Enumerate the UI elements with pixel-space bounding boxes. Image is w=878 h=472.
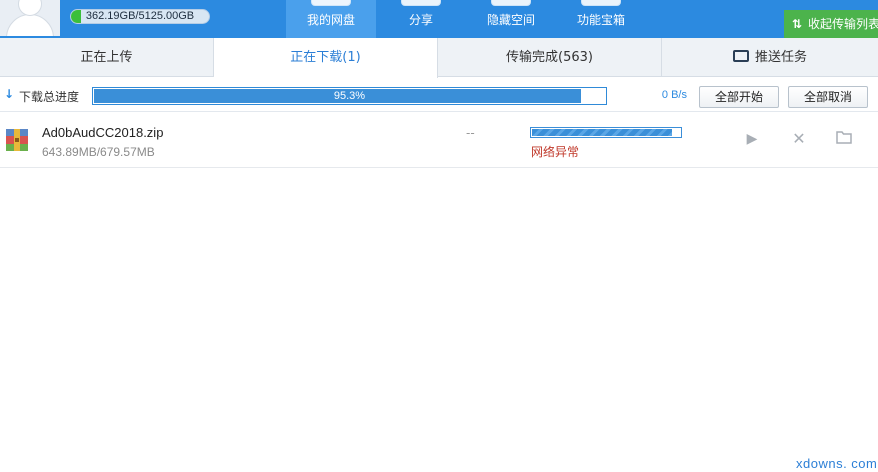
network-error-status: 网络异常 — [531, 145, 580, 159]
watermark: xdowns. com — [796, 456, 878, 471]
nav-label: 功能宝箱 — [576, 13, 625, 27]
file-progress-fill — [532, 129, 673, 136]
file-size: 643.89MB/679.57MB — [42, 145, 155, 159]
tab-push-tasks[interactable]: 推送任务 — [662, 38, 878, 77]
total-progress-label: 下载总进度 — [19, 90, 80, 104]
avatar[interactable] — [0, 0, 60, 36]
start-all-button[interactable]: 全部开始 — [699, 86, 779, 108]
nav-share[interactable]: 分享 — [376, 0, 466, 38]
nav-my-disk[interactable]: 我的网盘 — [286, 0, 376, 38]
toolbox-icon — [581, 0, 621, 6]
collapse-label: 收起传输列表 — [808, 17, 878, 31]
nav-toolbox[interactable]: 功能宝箱 — [556, 0, 646, 38]
avatar-shoulders — [6, 14, 54, 36]
play-icon[interactable]: ▶ — [743, 130, 761, 148]
total-progress-bar: 95.3% — [92, 87, 607, 105]
nav-label: 我的网盘 — [306, 13, 355, 27]
time-remaining: -- — [466, 126, 475, 140]
avatar-head — [18, 0, 42, 16]
collapse-transfer-list-button[interactable]: ⇅ 收起传输列表 — [784, 10, 878, 38]
storage-quota-text: 362.19GB/5125.00GB — [85, 10, 195, 22]
total-progress-percent: 95.3% — [333, 90, 366, 102]
folder-icon[interactable] — [835, 130, 853, 148]
storage-quota: 362.19GB/5125.00GB — [70, 9, 210, 24]
tab-completed[interactable]: 传输完成(563) — [438, 38, 662, 77]
total-progress-row: ↓ 下载总进度 95.3% 0 B/s 全部开始 全部取消 — [0, 78, 878, 112]
nav-label: 分享 — [408, 13, 433, 27]
file-name: Ad0bAudCC2018.zip — [42, 125, 164, 140]
nav-label: 隐藏空间 — [486, 13, 535, 27]
tab-uploading[interactable]: 正在上传 — [0, 38, 214, 77]
file-progress-bar — [530, 127, 682, 138]
collapse-arrows-icon: ⇅ — [792, 17, 803, 31]
nav-hidden-space[interactable]: 隐藏空间 — [466, 0, 556, 38]
top-nav: 我的网盘 分享 隐藏空间 功能宝箱 — [286, 0, 646, 38]
hidden-space-icon — [491, 0, 531, 6]
tab-downloading[interactable]: 正在下载(1) — [214, 38, 438, 78]
tab-push-label: 推送任务 — [754, 50, 807, 65]
disk-icon — [311, 0, 351, 6]
close-icon[interactable]: ✕ — [790, 130, 808, 148]
top-bar: 362.19GB/5125.00GB 我的网盘 分享 隐藏空间 功能宝箱 ⇅ 收起… — [0, 0, 878, 38]
download-arrow-icon: ↓ — [4, 87, 15, 101]
zip-file-icon — [6, 129, 28, 151]
list-item[interactable]: Ad0bAudCC2018.zip 643.89MB/679.57MB -- 网… — [0, 113, 878, 168]
cancel-all-button[interactable]: 全部取消 — [788, 86, 868, 108]
transfer-tabs: 正在上传 正在下载(1) 传输完成(563) 推送任务 — [0, 38, 878, 78]
download-speed: 0 B/s — [661, 89, 687, 101]
screen-push-icon — [732, 50, 749, 62]
share-icon — [401, 0, 441, 6]
